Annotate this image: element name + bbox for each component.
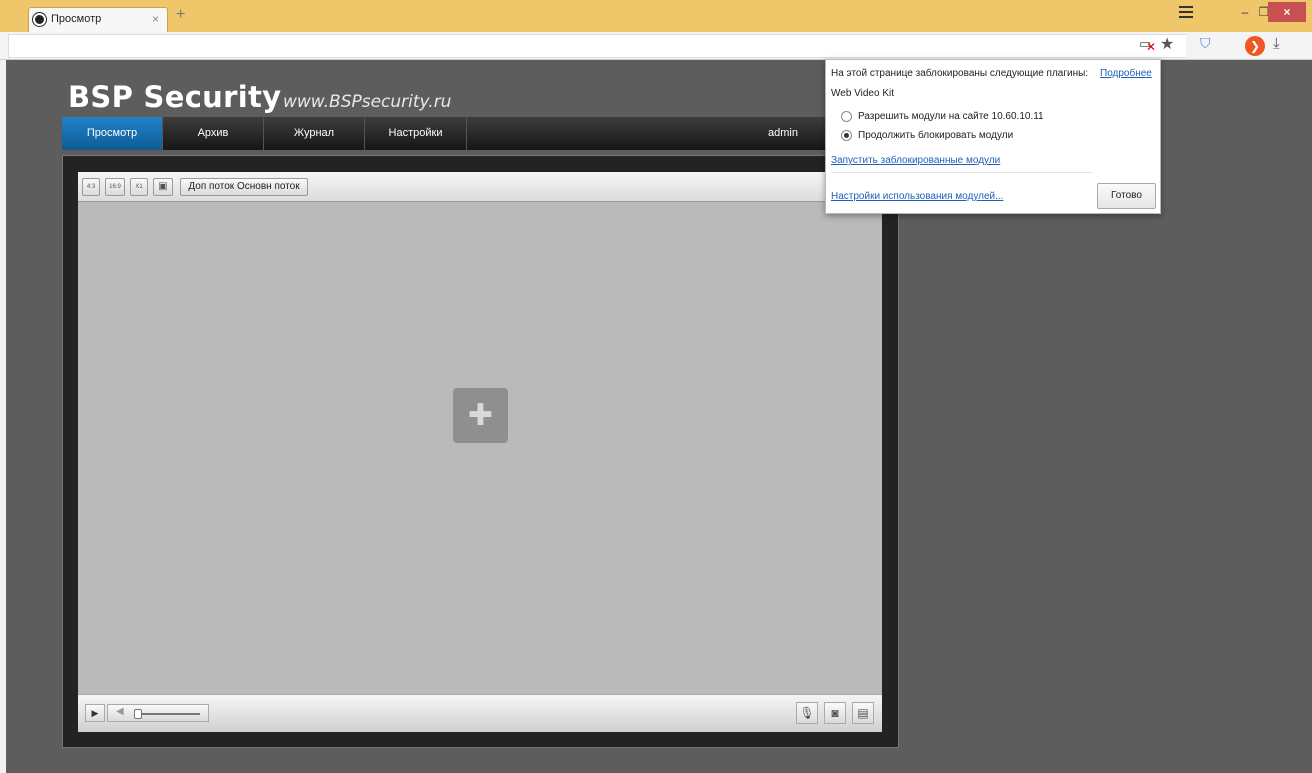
details-link[interactable]: Подробнее: [1100, 68, 1152, 79]
minimize-button[interactable]: –: [1235, 2, 1255, 22]
address-bar[interactable]: [8, 34, 1186, 58]
main-nav: Просмотр Архив Журнал Настройки admin: [62, 117, 900, 150]
popup-divider: [831, 172, 1093, 173]
record-icon[interactable]: ▤: [852, 702, 874, 724]
browser-menu-icon[interactable]: [1179, 6, 1193, 18]
video-area[interactable]: [78, 202, 882, 694]
fullscreen-button[interactable]: ▣: [153, 178, 173, 196]
viewer-toolbar: 4:3 16:9 X1 ▣ Доп поток Основн поток: [78, 172, 882, 202]
plugin-blocked-icon[interactable]: ▭ ✕: [1139, 36, 1157, 54]
tab-title: Просмотр: [51, 13, 102, 25]
nav-item-settings[interactable]: Настройки: [365, 117, 467, 150]
browser-tab[interactable]: Просмотр ×: [28, 7, 168, 32]
popup-heading: На этой странице заблокированы следующие…: [831, 68, 1089, 79]
browser-titlebar: Просмотр × + – ❐ ×: [0, 0, 1312, 32]
plugin-puzzle-icon[interactable]: ✚: [453, 388, 508, 443]
nav-item-view[interactable]: Просмотр: [62, 117, 163, 150]
tab-close-icon[interactable]: ×: [152, 12, 159, 26]
keep-blocking-label[interactable]: Продолжить блокировать модули: [858, 130, 1013, 141]
shield-icon[interactable]: ⛉: [1200, 35, 1211, 52]
volume-track[interactable]: [136, 713, 200, 715]
done-button[interactable]: Готово: [1097, 183, 1156, 209]
speaker-icon[interactable]: ◀: [116, 706, 124, 717]
logo: BSP Security: [68, 80, 282, 114]
download-icon[interactable]: ⤓: [1273, 35, 1280, 52]
keep-blocking-radio[interactable]: [841, 130, 852, 141]
substream-button[interactable]: Доп поток: [188, 181, 234, 192]
run-blocked-link[interactable]: Запустить заблокированные модули: [831, 155, 1000, 166]
close-window-button[interactable]: ×: [1268, 2, 1306, 22]
camera-icon[interactable]: ◙: [824, 702, 846, 724]
logo-url: www.BSPsecurity.ru: [283, 92, 452, 112]
extension-icon[interactable]: ❯: [1245, 36, 1265, 56]
browser-toolbar: [0, 32, 1312, 60]
allow-plugins-label[interactable]: Разрешить модули на сайте 10.60.10.11: [858, 111, 1044, 122]
volume-control[interactable]: ◀: [107, 704, 209, 722]
nav-item-journal[interactable]: Журнал: [264, 117, 365, 150]
tab-favicon-icon: [33, 13, 46, 26]
aspect-16-9-button[interactable]: 16:9: [105, 178, 125, 196]
new-tab-button[interactable]: +: [176, 6, 185, 24]
aspect-4-3-button[interactable]: 4:3: [82, 178, 100, 196]
nav-item-archive[interactable]: Архив: [163, 117, 264, 150]
allow-plugins-radio[interactable]: [841, 111, 852, 122]
mainstream-button[interactable]: Основн поток: [237, 181, 300, 192]
bookmark-star-icon[interactable]: ★: [1160, 34, 1174, 54]
volume-slider-knob[interactable]: [134, 709, 142, 719]
original-size-button[interactable]: X1: [130, 178, 148, 196]
plugin-blocked-popup: На этой странице заблокированы следующие…: [825, 59, 1161, 214]
microphone-icon[interactable]: 🎙: [796, 702, 818, 724]
page-edge: [0, 60, 6, 773]
play-button[interactable]: ▶: [85, 704, 105, 722]
plugin-name: Web Video Kit: [831, 88, 895, 99]
stream-selector[interactable]: Доп поток Основн поток: [180, 178, 308, 196]
user-name[interactable]: admin: [758, 117, 808, 150]
plugin-settings-link[interactable]: Настройки использования модулей...: [831, 191, 1003, 202]
